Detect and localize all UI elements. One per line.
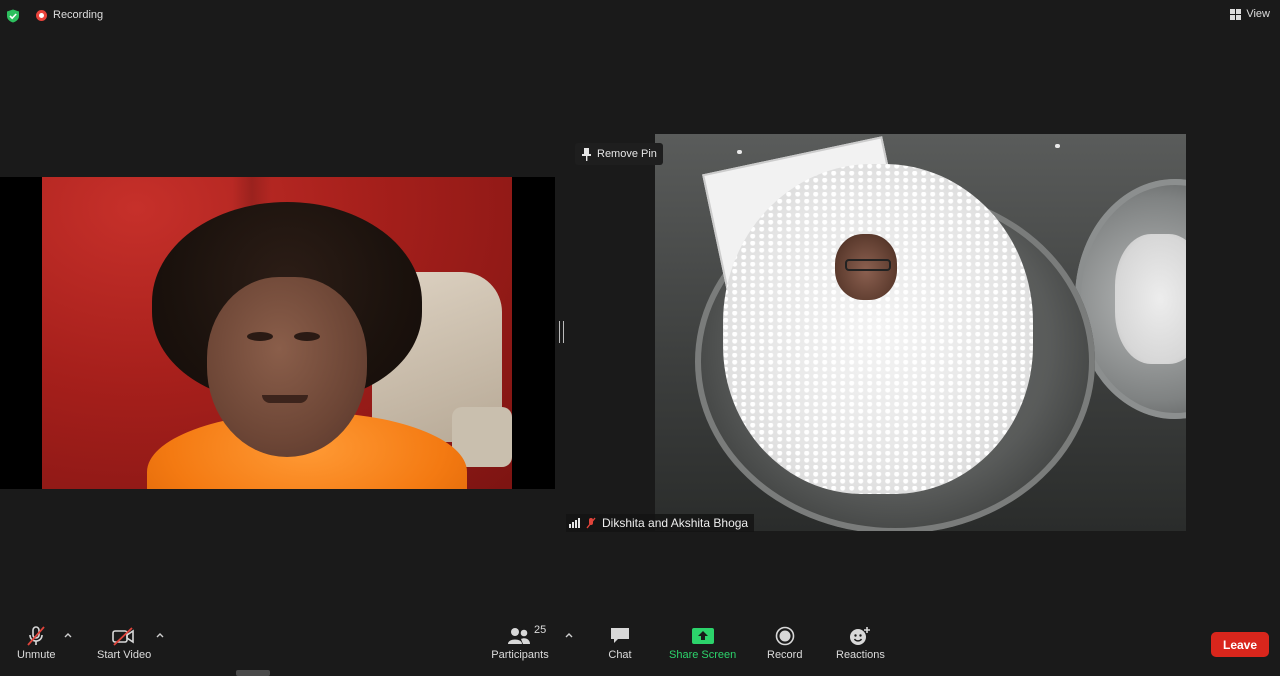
reactions-label: Reactions (836, 649, 885, 661)
video-options-caret-icon[interactable] (155, 630, 165, 640)
participants-label: Participants (491, 649, 549, 661)
smiley-plus-icon (847, 626, 873, 646)
chat-label: Chat (608, 649, 632, 661)
face-photo-image (835, 234, 897, 300)
unmute-button[interactable]: Unmute (17, 626, 56, 661)
pin-icon (582, 147, 591, 161)
start-video-button[interactable]: Start Video (97, 626, 151, 661)
top-bar: Recording View (0, 0, 1280, 32)
start-video-label: Start Video (97, 649, 152, 661)
video-tile-pinned[interactable] (655, 134, 1186, 531)
participant-name: Dikshita and Akshita Bhoga (602, 516, 749, 530)
chat-button[interactable]: Chat (607, 626, 633, 661)
reactions-button[interactable]: Reactions (836, 626, 885, 661)
participants-button[interactable]: 25 Participants (490, 624, 550, 661)
share-screen-button[interactable]: Share Screen (669, 626, 736, 661)
resize-divider-handle[interactable] (559, 321, 564, 343)
participants-options-caret-icon[interactable] (564, 630, 574, 640)
grid-view-icon (1230, 8, 1242, 20)
audio-options-caret-icon[interactable] (63, 630, 73, 640)
leave-button[interactable]: Leave (1211, 632, 1269, 657)
participants-count: 25 (534, 624, 547, 636)
recording-indicator[interactable]: Recording (36, 9, 103, 21)
view-label: View (1246, 8, 1270, 20)
connection-signal-icon (569, 518, 580, 528)
remove-pin-button[interactable]: Remove Pin (575, 143, 663, 165)
remove-pin-label: Remove Pin (597, 148, 657, 160)
video-off-icon (111, 626, 137, 646)
rice-mound-image (723, 164, 1033, 494)
view-button[interactable]: View (1230, 8, 1270, 20)
recording-label: Recording (53, 9, 104, 21)
share-screen-icon (690, 626, 716, 646)
muted-mic-icon (586, 517, 596, 529)
meeting-toolbar: Unmute Start Video 25 Participants Chat … (0, 616, 1280, 676)
record-button[interactable]: Record (767, 626, 802, 661)
participants-icon: 25 (490, 624, 550, 646)
portrait-photo (42, 177, 512, 489)
muted-microphone-icon (23, 626, 49, 646)
record-icon (772, 626, 798, 646)
share-screen-label: Share Screen (669, 649, 737, 661)
scrollbar-thumb[interactable] (236, 670, 270, 676)
chat-bubble-icon (607, 626, 633, 646)
unmute-label: Unmute (17, 649, 56, 661)
video-tile-left[interactable] (0, 177, 555, 489)
recording-dot-icon (36, 9, 47, 21)
participant-name-tag: Dikshita and Akshita Bhoga (566, 514, 755, 532)
shield-check-icon[interactable] (6, 9, 20, 23)
record-label: Record (767, 649, 803, 661)
